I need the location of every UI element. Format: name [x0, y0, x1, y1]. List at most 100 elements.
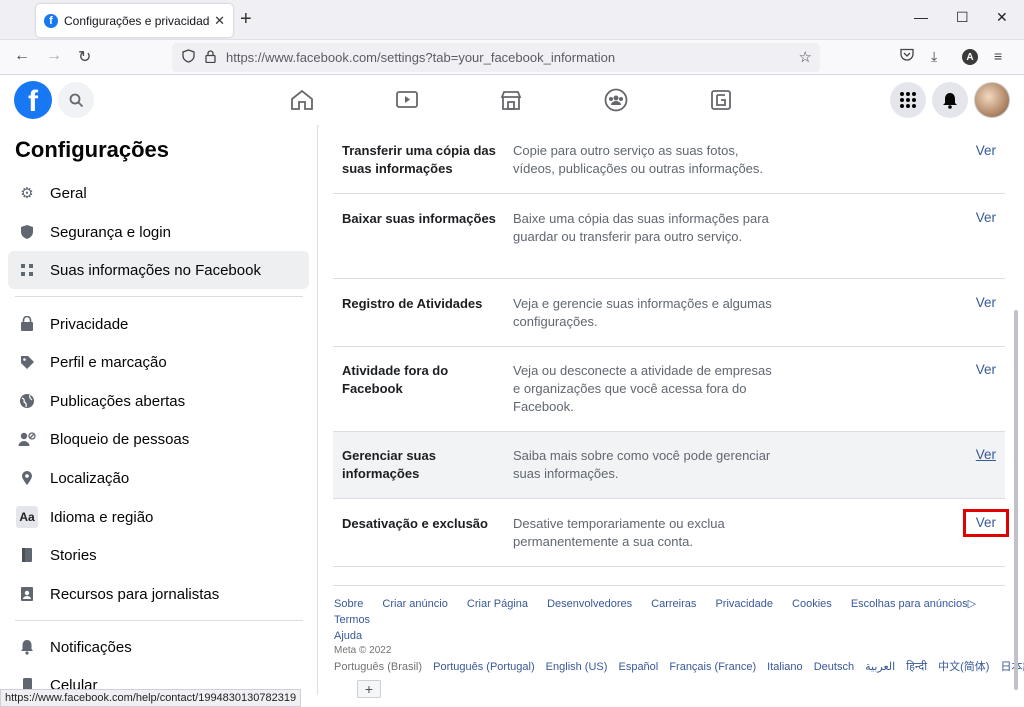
language-link[interactable]: Español	[618, 661, 658, 673]
ver-link[interactable]: Ver	[976, 295, 996, 310]
sidebar-item-publicacoes[interactable]: Publicações abertas	[8, 382, 309, 420]
sidebar-item-label: Suas informações no Facebook	[50, 261, 261, 279]
grid-icon	[900, 92, 916, 108]
forward-icon[interactable]: →	[46, 47, 62, 65]
row-title: Registro de Atividades	[342, 296, 483, 311]
settings-row-desativacao: Desativação e exclusão Desative temporar…	[333, 499, 1009, 567]
footer-link[interactable]: Escolhas para anúncios	[851, 598, 968, 610]
back-icon[interactable]: ←	[14, 47, 30, 65]
row-description: Copie para outro serviço as suas fotos, …	[513, 143, 764, 176]
ver-link[interactable]: Ver	[976, 362, 996, 377]
footer-link[interactable]: Termos	[334, 614, 370, 626]
sidebar-item-suas-informacoes[interactable]: Suas informações no Facebook	[8, 251, 309, 289]
shield-icon	[16, 221, 38, 243]
footer-link[interactable]: Privacidade	[715, 598, 772, 610]
ver-link[interactable]: Ver	[976, 447, 996, 462]
new-tab-icon[interactable]: +	[240, 8, 252, 31]
globe-icon	[16, 390, 38, 412]
id-badge-icon	[16, 583, 38, 605]
browser-navbar: ← → ↻ https://www.facebook.com/settings?…	[0, 40, 1024, 75]
block-user-icon	[16, 428, 38, 450]
pocket-icon[interactable]	[900, 48, 914, 64]
browser-tab[interactable]: f Configurações e privacidade | Fa ✕	[36, 4, 233, 37]
language-list: Português (Brasil) Português (Portugal) …	[334, 658, 1024, 674]
notifications-button[interactable]	[932, 82, 968, 118]
footer-link[interactable]: Ajuda	[334, 630, 362, 642]
ver-link[interactable]: Ver	[976, 143, 996, 158]
ver-link[interactable]: Ver	[976, 210, 996, 225]
sidebar-title: Configurações	[15, 137, 170, 162]
more-languages-button[interactable]: +	[357, 680, 381, 698]
bell-icon	[943, 92, 957, 109]
highlight-box	[963, 509, 1009, 537]
menu-grid-button[interactable]	[890, 82, 926, 118]
close-tab-icon[interactable]: ✕	[214, 13, 225, 29]
language-link[interactable]: Français (France)	[669, 661, 756, 673]
settings-row-atividade-fora: Atividade fora do Facebook Veja ou desco…	[333, 347, 1005, 432]
row-title: Baixar suas informações	[342, 211, 496, 226]
row-title: Gerenciar suas informações	[342, 448, 436, 481]
sidebar-item-localizacao[interactable]: Localização	[8, 459, 309, 497]
language-link[interactable]: 中文(简体)	[938, 661, 989, 673]
sidebar-item-seguranca[interactable]: Segurança e login	[8, 213, 309, 251]
grid-icon	[16, 259, 38, 281]
search-button[interactable]	[58, 82, 94, 118]
language-link[interactable]: English (US)	[546, 661, 608, 673]
sidebar-item-bloqueio[interactable]: Bloqueio de pessoas	[8, 420, 309, 458]
sidebar-item-jornalistas[interactable]: Recursos para jornalistas	[8, 575, 309, 613]
language-icon: Aa	[16, 506, 38, 528]
sidebar-item-perfil[interactable]: Perfil e marcação	[8, 343, 309, 381]
footer-link[interactable]: Desenvolvedores	[547, 598, 632, 610]
footer-link[interactable]: Criar anúncio	[382, 598, 447, 610]
language-link[interactable]: Português (Portugal)	[433, 661, 535, 673]
row-description: Veja ou desconecte a atividade de empres…	[513, 363, 772, 414]
minimize-icon[interactable]: —	[914, 9, 928, 25]
browser-tabstrip: f Configurações e privacidade | Fa ✕ + —…	[0, 0, 1024, 40]
footer-link[interactable]: Sobre	[334, 598, 363, 610]
language-link[interactable]: Italiano	[767, 661, 802, 673]
reload-icon[interactable]: ↻	[78, 47, 91, 67]
language-link[interactable]: 日本語	[1001, 661, 1024, 673]
sidebar-item-idioma[interactable]: Aa Idioma e região	[8, 498, 309, 536]
settings-row-baixar: Baixar suas informações Baixe uma cópia …	[333, 194, 1005, 279]
sidebar-item-label: Idioma e região	[50, 508, 154, 526]
sidebar-item-privacidade[interactable]: Privacidade	[8, 305, 309, 343]
account-icon[interactable]: A	[962, 49, 978, 65]
status-bar: https://www.facebook.com/help/contact/19…	[0, 689, 302, 707]
close-window-icon[interactable]: ✕	[996, 9, 1008, 26]
row-title: Atividade fora do Facebook	[342, 363, 449, 396]
sidebar-item-stories[interactable]: Stories	[8, 536, 309, 574]
bookmark-star-icon[interactable]: ☆	[799, 48, 812, 66]
facebook-logo-icon[interactable]: f	[14, 81, 52, 119]
download-icon[interactable]: ⤓	[931, 48, 937, 65]
groups-icon[interactable]	[603, 87, 629, 113]
facebook-header: f	[0, 75, 1024, 125]
footer-link[interactable]: Criar Página	[467, 598, 528, 610]
facebook-favicon-icon: f	[44, 13, 58, 28]
sidebar-item-geral[interactable]: ⚙ Geral	[8, 174, 309, 212]
settings-row-registro: Registro de Atividades Veja e gerencie s…	[333, 279, 1005, 347]
gaming-icon[interactable]	[708, 87, 734, 113]
settings-row-transferir: Transferir uma cópia das suas informaçõe…	[333, 125, 1005, 194]
language-link[interactable]: Deutsch	[814, 661, 854, 673]
scrollbar[interactable]	[1014, 310, 1018, 690]
sidebar-item-label: Geral	[50, 184, 87, 202]
footer: Sobre Criar anúncio Criar Página Desenvo…	[333, 585, 1024, 698]
shield-icon	[182, 49, 195, 66]
adchoices-icon: ▷	[967, 598, 977, 610]
watch-video-icon[interactable]	[394, 87, 420, 113]
maximize-icon[interactable]: ☐	[956, 9, 969, 26]
footer-link[interactable]: Cookies	[792, 598, 832, 610]
avatar[interactable]	[974, 82, 1010, 118]
url-bar[interactable]: https://www.facebook.com/settings?tab=yo…	[172, 43, 820, 72]
menu-icon[interactable]: ≡	[994, 48, 1002, 64]
language-link[interactable]: العربية	[865, 661, 895, 673]
sidebar-item-label: Stories	[50, 546, 97, 564]
sidebar-item-notificacoes[interactable]: Notificações	[8, 628, 309, 666]
search-icon	[69, 93, 83, 107]
marketplace-icon[interactable]	[498, 87, 524, 113]
tab-title: Configurações e privacidade | Fa	[64, 13, 211, 28]
footer-link[interactable]: Carreiras	[651, 598, 696, 610]
language-link[interactable]: हिन्दी	[906, 661, 927, 673]
home-icon[interactable]	[289, 87, 315, 113]
